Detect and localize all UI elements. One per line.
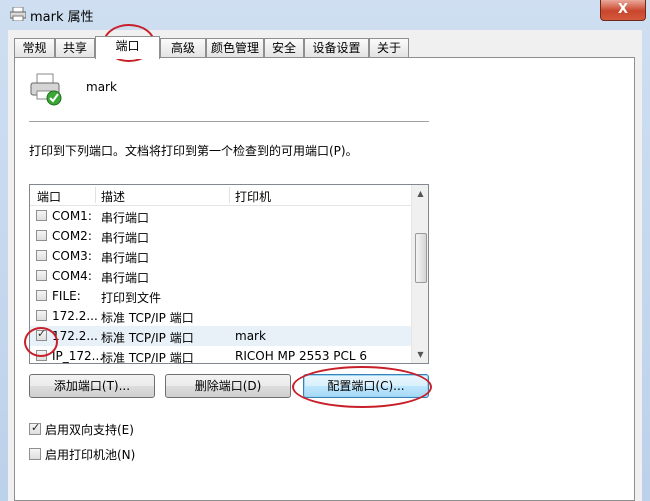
tab-security[interactable]: 安全 bbox=[264, 38, 304, 57]
annotation-circle-configure bbox=[292, 366, 432, 408]
table-row[interactable]: FILE: 打印到文件 bbox=[30, 286, 411, 306]
table-row[interactable]: COM4: 串行端口 bbox=[30, 266, 411, 286]
pooling-checkbox[interactable] bbox=[29, 448, 41, 460]
printer-icon bbox=[30, 73, 62, 106]
port-description: 串行端口 bbox=[101, 271, 150, 285]
port-name: COM1: bbox=[52, 209, 92, 223]
bidirectional-label: 启用双向支持(E) bbox=[45, 423, 134, 437]
port-description: 标准 TCP/IP 端口 bbox=[101, 351, 194, 364]
port-checkbox[interactable] bbox=[36, 290, 47, 301]
port-description: 串行端口 bbox=[101, 251, 150, 265]
vertical-scrollbar[interactable]: ▲ ▼ bbox=[411, 185, 428, 363]
table-row[interactable]: COM2: 串行端口 bbox=[30, 226, 411, 246]
dialog-client: 常规 共享 端口 高级 颜色管理 安全 设备设置 关于 mark 打印到下列端口… bbox=[8, 30, 642, 501]
tab-label: 设备设置 bbox=[312, 41, 361, 55]
close-icon: X bbox=[617, 2, 629, 17]
tab-label: 高级 bbox=[170, 41, 195, 55]
port-description: 串行端口 bbox=[101, 211, 150, 225]
port-checkbox[interactable] bbox=[36, 210, 47, 221]
title-bar[interactable]: mark 属性 X bbox=[0, 0, 650, 28]
tab-label: 常规 bbox=[22, 41, 47, 55]
pooling-label: 启用打印机池(N) bbox=[45, 448, 136, 462]
table-row[interactable]: 172.2... 标准 TCP/IP 端口 bbox=[30, 306, 411, 326]
table-row[interactable]: COM3: 串行端口 bbox=[30, 246, 411, 266]
port-description: 标准 TCP/IP 端口 bbox=[101, 331, 194, 345]
tab-sharing[interactable]: 共享 bbox=[55, 38, 95, 57]
port-name: COM3: bbox=[52, 249, 92, 263]
properties-window: mark 属性 X 常规 共享 端口 高级 颜色管理 安全 设备设置 关于 ma… bbox=[0, 0, 650, 501]
table-row[interactable]: COM1: 串行端口 bbox=[30, 206, 411, 226]
port-name: COM4: bbox=[52, 269, 92, 283]
scroll-up-icon[interactable]: ▲ bbox=[412, 185, 428, 202]
port-description: 串行端口 bbox=[101, 231, 150, 245]
tab-label: 颜色管理 bbox=[210, 41, 259, 55]
port-printer: mark bbox=[235, 329, 266, 343]
port-checkbox[interactable] bbox=[36, 230, 47, 241]
port-checkbox[interactable] bbox=[36, 270, 47, 281]
printer-app-icon bbox=[10, 7, 26, 21]
tab-general[interactable]: 常规 bbox=[14, 38, 55, 57]
port-name: FILE: bbox=[52, 289, 81, 303]
port-checkbox[interactable] bbox=[36, 250, 47, 261]
column-header-port[interactable]: 端口 bbox=[37, 188, 61, 205]
column-header-description[interactable]: 描述 bbox=[101, 188, 125, 205]
column-divider bbox=[229, 187, 230, 203]
port-name: COM2: bbox=[52, 229, 92, 243]
separator bbox=[29, 121, 429, 122]
port-printer: RICOH MP 2553 PCL 6 bbox=[235, 349, 368, 363]
delete-port-button[interactable]: 删除端口(D) bbox=[165, 374, 291, 398]
port-checkbox[interactable] bbox=[36, 310, 47, 321]
scroll-down-icon[interactable]: ▼ bbox=[412, 346, 428, 363]
printer-name: mark bbox=[86, 80, 117, 94]
add-port-button[interactable]: 添加端口(T)... bbox=[29, 374, 155, 398]
tab-device-settings[interactable]: 设备设置 bbox=[304, 38, 369, 57]
list-header: 端口 描述 打印机 bbox=[30, 185, 411, 206]
column-header-printer[interactable]: 打印机 bbox=[235, 188, 271, 205]
tab-ports[interactable]: 端口 bbox=[95, 36, 160, 59]
tab-about[interactable]: 关于 bbox=[369, 38, 409, 57]
ports-tab-panel: mark 打印到下列端口。文档将打印到第一个检查到的可用端口(P)。 端口 描述… bbox=[14, 57, 635, 501]
table-row[interactable]: 172.2... 标准 TCP/IP 端口 mark bbox=[30, 326, 411, 346]
port-name: 172.2... bbox=[52, 329, 98, 343]
tab-color-management[interactable]: 颜色管理 bbox=[206, 38, 264, 57]
table-row[interactable]: IP_172... 标准 TCP/IP 端口 RICOH MP 2553 PCL… bbox=[30, 346, 411, 364]
scroll-thumb[interactable] bbox=[415, 233, 427, 283]
port-name: IP_172... bbox=[52, 349, 104, 363]
tab-label: 端口 bbox=[115, 39, 140, 53]
column-divider bbox=[95, 187, 96, 203]
tab-label: 共享 bbox=[62, 41, 87, 55]
port-description: 打印到文件 bbox=[101, 291, 162, 305]
port-name: 172.2... bbox=[52, 309, 98, 323]
bidirectional-checkbox[interactable] bbox=[29, 421, 41, 435]
annotation-circle-checkbox bbox=[24, 327, 58, 357]
tab-label: 关于 bbox=[376, 41, 401, 55]
close-button[interactable]: X bbox=[600, 0, 646, 21]
tab-label: 安全 bbox=[271, 41, 296, 55]
port-description: 标准 TCP/IP 端口 bbox=[101, 311, 194, 325]
ports-list[interactable]: 端口 描述 打印机 COM1: 串行端口 COM2: 串行端口 COM3: 串行… bbox=[29, 184, 429, 364]
ports-description: 打印到下列端口。文档将打印到第一个检查到的可用端口(P)。 bbox=[29, 144, 358, 158]
window-title: mark 属性 bbox=[30, 10, 94, 25]
tab-advanced[interactable]: 高级 bbox=[160, 38, 206, 57]
